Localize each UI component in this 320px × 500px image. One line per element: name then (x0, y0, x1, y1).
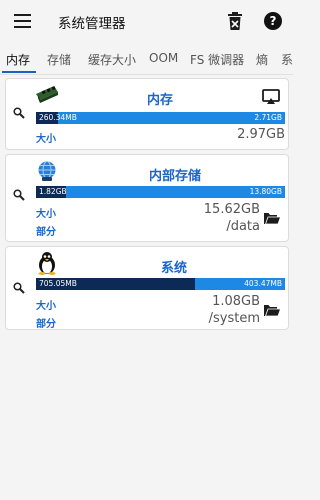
folder-open-icon[interactable] (263, 211, 281, 225)
internal-storage-free-label: 13.80GB (249, 187, 282, 196)
tab-bar: 内存 存储 缓存大小 OOM FS 微调器 熵 系 (0, 44, 293, 75)
ram-chip-icon (36, 86, 58, 103)
app-title: 系统管理器 (58, 16, 126, 32)
tab-oom[interactable]: OOM (149, 51, 178, 65)
memory-usage-bar: 260.34MB 2.71GB (36, 112, 285, 124)
system-usage-bar: 705.05MB 403.47MB (36, 278, 285, 290)
memory-size-label: 大小 (36, 134, 56, 145)
magnifier-icon[interactable] (13, 107, 25, 119)
system-partition-label: 部分 (36, 319, 56, 330)
system-size-label: 大小 (36, 301, 56, 312)
system-title: 系统 (161, 261, 188, 276)
tab-storage[interactable]: 存储 (47, 51, 71, 68)
system-partition-value: /system (208, 311, 260, 326)
tab-entropy[interactable]: 熵 (256, 51, 268, 68)
internal-storage-used-label: 1.82GB (39, 187, 67, 196)
app-bar: 系统管理器 ? (0, 0, 293, 44)
memory-title: 内存 (147, 93, 174, 108)
cast-icon[interactable] (262, 89, 280, 105)
internal-storage-card[interactable]: 内部存储 1.82GB 13.80GB 大小 15.62GB 部分 /data (5, 154, 289, 242)
internal-storage-size-label: 大小 (36, 209, 56, 220)
magnifier-icon[interactable] (13, 189, 25, 201)
tab-system[interactable]: 系 (281, 51, 293, 68)
hamburger-menu-icon[interactable] (14, 14, 31, 28)
memory-used-label: 260.34MB (39, 113, 77, 122)
help-icon[interactable]: ? (264, 12, 282, 30)
system-size-value: 1.08GB (212, 294, 260, 309)
system-free-label: 403.47MB (244, 279, 282, 288)
tab-cache-size[interactable]: 缓存大小 (88, 51, 136, 68)
tab-indicator (2, 71, 36, 73)
linux-penguin-icon (38, 252, 56, 275)
folder-open-icon[interactable] (263, 303, 281, 317)
system-used-label: 705.05MB (39, 279, 77, 288)
globe-storage-icon (38, 161, 56, 181)
system-card[interactable]: 系统 705.05MB 403.47MB 大小 1.08GB 部分 /syste… (5, 246, 289, 330)
memory-card[interactable]: 内存 260.34MB 2.71GB 大小 2.97GB (5, 78, 289, 150)
tab-fs-tuner[interactable]: FS 微调器 (190, 51, 244, 68)
magnifier-icon[interactable] (13, 282, 25, 294)
memory-free-label: 2.71GB (254, 113, 282, 122)
internal-storage-partition-label: 部分 (36, 227, 56, 238)
internal-storage-partition-value: /data (226, 219, 260, 234)
tab-memory[interactable]: 内存 (6, 51, 30, 68)
trash-icon[interactable] (226, 11, 244, 31)
internal-storage-title: 内部存储 (149, 169, 202, 184)
internal-storage-usage-bar: 1.82GB 13.80GB (36, 186, 285, 198)
internal-storage-size-value: 15.62GB (203, 202, 260, 217)
memory-size-value: 2.97GB (237, 127, 285, 142)
